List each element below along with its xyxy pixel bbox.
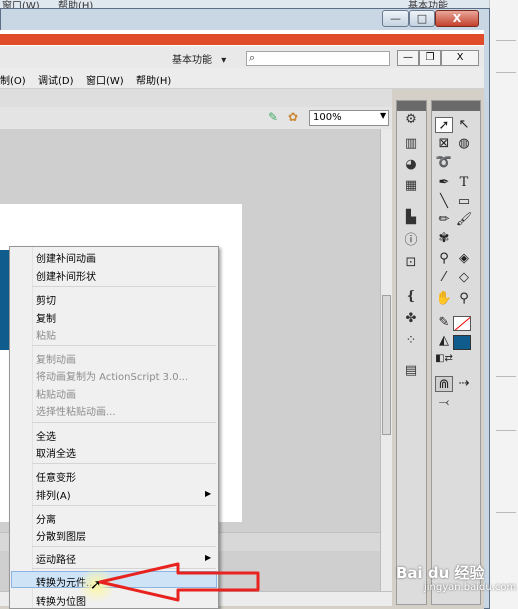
window-controls: — □ X: [382, 10, 482, 28]
3d-rotation-icon[interactable]: ◍: [455, 136, 473, 152]
rectangle-icon[interactable]: ▭: [455, 194, 473, 210]
menu-item-convert-to-bitmap[interactable]: 转换为位图: [36, 593, 86, 608]
minimize-button[interactable]: —: [382, 10, 409, 27]
transform-panel-icon[interactable]: ⊡: [402, 255, 420, 271]
edit-symbols-icon[interactable]: ✿: [288, 110, 298, 124]
menu-separator: [32, 463, 216, 464]
annotation-arrow-icon: [98, 562, 260, 602]
watermark-url: jingyan.baidu.com: [424, 582, 517, 593]
menu-item-paste-motion-special: 选择性粘贴动画...: [36, 407, 116, 418]
brush-icon[interactable]: 🖌: [455, 212, 473, 228]
watermark-logo: Bai du 经验: [396, 564, 485, 582]
menu-item-distribute-to-layers[interactable]: 分散到图层: [36, 528, 86, 543]
background-right-panel: [489, 0, 518, 609]
motion-presets-icon[interactable]: ⁘: [402, 333, 420, 349]
menu-item-arrange[interactable]: 排列(A): [36, 487, 71, 502]
pen-icon[interactable]: ✒: [435, 175, 453, 191]
stroke-pencil-icon: ✎: [438, 315, 450, 330]
menu-item-free-transform[interactable]: 任意变形: [36, 469, 76, 484]
tools-header[interactable]: [432, 101, 480, 111]
app-header-strip: [0, 34, 484, 45]
document-restore-button[interactable]: ❐: [419, 50, 441, 66]
menu-debug[interactable]: 调试(D): [38, 72, 74, 87]
menu-item-paste-motion: 粘贴动画: [36, 390, 76, 401]
eraser-icon[interactable]: ◇: [455, 270, 473, 286]
dock-header[interactable]: [397, 101, 426, 111]
smooth-icon[interactable]: ⇢: [455, 376, 473, 392]
deco-icon[interactable]: ✾: [435, 231, 453, 247]
menu-item-copy[interactable]: 复制: [36, 310, 56, 325]
components-panel-icon[interactable]: ✤: [402, 311, 420, 327]
free-transform-icon[interactable]: ⊠: [435, 136, 453, 152]
panel-dock: [396, 100, 427, 605]
fill-bucket-icon: ◭: [439, 333, 449, 348]
menu-window[interactable]: 窗口(W): [86, 72, 124, 87]
code-snippets-icon[interactable]: ❴: [402, 289, 420, 305]
text-icon[interactable]: T: [455, 175, 473, 191]
subselection-tool-icon[interactable]: ↖: [455, 117, 473, 133]
menu-item-deselect-all[interactable]: 取消全选: [36, 445, 76, 460]
lasso-icon[interactable]: ➰: [435, 155, 453, 171]
chevron-down-icon: ▾: [221, 55, 227, 66]
zoom-icon[interactable]: ⚲: [455, 291, 473, 307]
menu-separator: [32, 422, 216, 423]
scene-panel-icon[interactable]: ▤: [402, 363, 420, 379]
menu-item-create-shape-tween[interactable]: 创建补间形状: [36, 268, 96, 283]
fill-color-icon[interactable]: [453, 335, 471, 350]
swatches-panel-icon[interactable]: ▦: [402, 178, 420, 194]
document-minimize-button[interactable]: —: [397, 50, 419, 66]
pencil-icon[interactable]: ✏: [435, 212, 453, 228]
menu-item-select-all[interactable]: 全选: [36, 428, 56, 443]
zoom-select[interactable]: 100%: [309, 110, 389, 126]
menu-separator: [32, 345, 216, 346]
close-button[interactable]: X: [435, 10, 479, 27]
selection-tool-icon[interactable]: ➚: [435, 117, 453, 133]
context-menu-gutter: [10, 247, 33, 608]
menu-help[interactable]: 帮助(H): [136, 72, 171, 87]
paint-bucket-icon[interactable]: ◈: [455, 251, 473, 267]
edit-bar: [0, 89, 392, 108]
menu-item-cut[interactable]: 剪切: [36, 292, 56, 307]
menu-item-copy-motion: 复制动画: [36, 355, 76, 366]
search-input[interactable]: [246, 51, 390, 66]
bone-icon[interactable]: ⚲: [435, 251, 453, 267]
menu-separator: [32, 546, 216, 547]
snap-magnet-icon[interactable]: ⋒: [435, 376, 453, 392]
menu-item-copy-motion-as-as3: 将动画复制为 ActionScript 3.0...: [36, 372, 189, 383]
swap-colors-icon[interactable]: ◧⇄: [435, 351, 453, 367]
document-close-button[interactable]: X: [441, 50, 479, 66]
menu-item-break-apart[interactable]: 分离: [36, 511, 56, 526]
stroke-color-icon[interactable]: [453, 316, 471, 331]
chevron-down-icon[interactable]: ▼: [380, 111, 386, 120]
maximize-button[interactable]: □: [409, 10, 435, 27]
search-icon: ⌕: [249, 51, 256, 64]
workspace-label: 基本功能: [172, 55, 212, 66]
eyedropper-icon[interactable]: ⁄: [435, 270, 453, 286]
menu-separator: [32, 505, 216, 506]
straighten-icon[interactable]: ⤙: [435, 395, 453, 411]
library-panel-icon[interactable]: ▥: [402, 136, 420, 152]
menu-item-motion-path[interactable]: 运动路径: [36, 551, 76, 566]
line-icon[interactable]: ╲: [435, 194, 453, 210]
menu-item-paste: 粘贴: [36, 331, 56, 342]
align-panel-icon[interactable]: ▙: [402, 210, 420, 226]
hand-icon[interactable]: ✋: [435, 291, 453, 307]
menu-item-create-motion-tween[interactable]: 创建补间动画: [36, 250, 96, 265]
menu-control[interactable]: 制(O): [0, 72, 26, 87]
color-panel-icon[interactable]: ◕: [402, 157, 420, 173]
workspace-switcher[interactable]: 基本功能 ▾: [172, 51, 226, 66]
info-panel-icon[interactable]: ⓘ: [402, 233, 420, 249]
submenu-arrow-icon: ▶: [205, 489, 212, 498]
vertical-scrollbar-thumb[interactable]: [382, 295, 391, 435]
menu-separator: [32, 286, 216, 287]
properties-panel-icon[interactable]: ⚙: [402, 112, 420, 128]
edit-scene-icon[interactable]: ✎: [268, 110, 278, 124]
